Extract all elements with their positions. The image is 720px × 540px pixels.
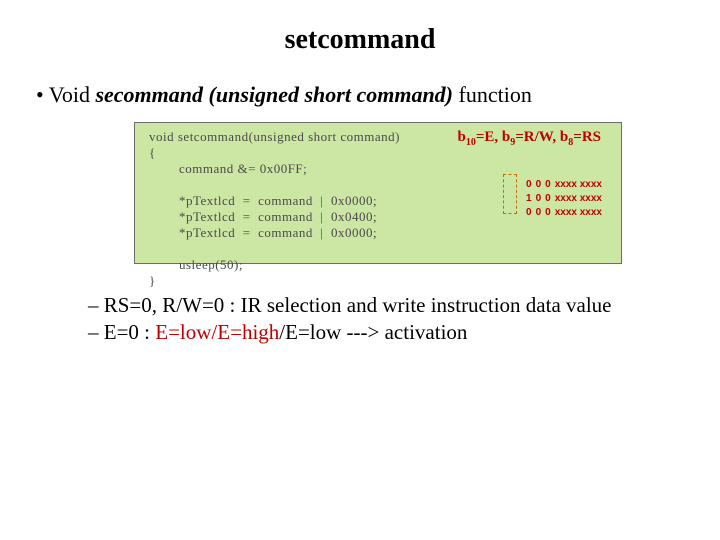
sub2-highlight: E=low/E=high — [155, 320, 279, 344]
bit-cell: xxxx xxxx — [554, 207, 603, 219]
bullet-code-ref: secommand (unsigned short command) — [95, 82, 453, 107]
code-text: void setcommand(unsigned short command) … — [149, 129, 400, 289]
sub2-suffix: /E=low ---> activation — [279, 320, 467, 344]
sub-bullets: – RS=0, R/W=0 : IR selection and write i… — [88, 292, 684, 346]
bit-row: 1 0 0 xxxx xxxx — [525, 193, 603, 205]
bullet-suffix: function — [453, 82, 532, 107]
sub-bullet-1: – RS=0, R/W=0 : IR selection and write i… — [88, 292, 684, 319]
bit-cell: 0 — [535, 179, 543, 191]
bullet-prefix: • Void — [36, 82, 95, 107]
bit-cell: 0 — [525, 179, 533, 191]
bit-cell: 0 — [544, 179, 552, 191]
code-figure: void setcommand(unsigned short command) … — [134, 122, 622, 264]
b10-eq: =E, — [476, 129, 502, 145]
bit-cell: 0 — [535, 207, 543, 219]
bit-row: 0 0 0 xxxx xxxx — [525, 207, 603, 219]
bit-labels: b10=E, b9=R/W, b8=RS — [458, 129, 602, 148]
slide: setcommand • Void secommand (unsigned sh… — [0, 0, 720, 540]
b9-eq: =R/W, — [515, 129, 560, 145]
b10: b — [458, 129, 466, 145]
bit-cell: xxxx xxxx — [554, 179, 603, 191]
bit-cell: 0 — [535, 193, 543, 205]
code-box: void setcommand(unsigned short command) … — [134, 122, 622, 264]
bit-cell: 0 — [525, 207, 533, 219]
sub-bullet-2: – E=0 : E=low/E=high/E=low ---> activati… — [88, 319, 684, 346]
highlight-dashed-box — [503, 174, 517, 214]
bit-cell: xxxx xxxx — [554, 193, 603, 205]
b10-sub: 10 — [466, 137, 476, 148]
b8-eq: =RS — [573, 129, 601, 145]
sub2-prefix: – E=0 : — [88, 320, 155, 344]
bit-row: 0 0 0 xxxx xxxx — [525, 179, 603, 191]
bit-cell: 0 — [544, 207, 552, 219]
bit-cell: 1 — [525, 193, 533, 205]
bit-table: 0 0 0 xxxx xxxx 1 0 0 xxxx xxxx 0 0 0 xx… — [523, 177, 605, 221]
page-title: setcommand — [36, 24, 684, 56]
bit-cell: 0 — [544, 193, 552, 205]
b9: b — [502, 129, 510, 145]
main-bullet: • Void secommand (unsigned short command… — [36, 82, 684, 108]
b8: b — [560, 129, 568, 145]
